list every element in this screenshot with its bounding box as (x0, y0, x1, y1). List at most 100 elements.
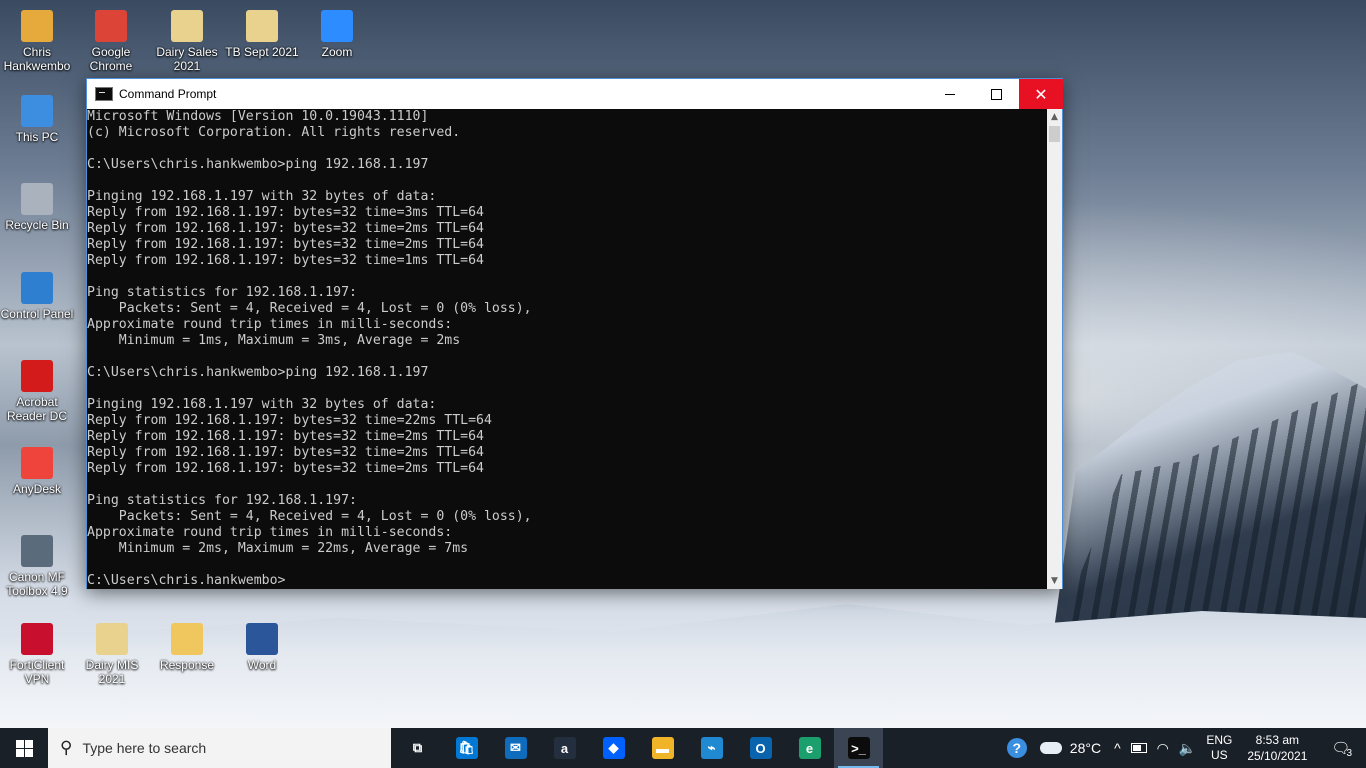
help-tray-button[interactable]: ? (1002, 728, 1032, 768)
desktop-icon-dairy-sales-2021[interactable]: Dairy Sales 2021 (150, 10, 224, 73)
taskbar-app-amazon[interactable]: a (540, 728, 589, 768)
taskbar-app-visual-studio[interactable]: ⌁ (687, 728, 736, 768)
volume-icon[interactable]: 🔈 (1174, 728, 1201, 768)
vertical-scrollbar[interactable]: ▲ ▼ (1047, 109, 1062, 589)
temperature: 28°C (1069, 740, 1102, 756)
windows-logo-icon (15, 739, 33, 757)
store-icon: 🛍 (455, 737, 478, 759)
desktop-icon-label: Control Panel (0, 307, 74, 321)
control-panel-icon (21, 272, 53, 304)
taskbar-apps: ⧉ 🛍 ✉ a ◆ ▬ ⌁ Oe >_ (393, 728, 883, 768)
window-title: Command Prompt (119, 87, 217, 101)
help-icon: ? (1006, 738, 1027, 758)
taskbar-app-outlook[interactable]: O (736, 728, 785, 768)
taskbar-app-mail[interactable]: ✉ (491, 728, 540, 768)
console-output[interactable]: Microsoft Windows [Version 10.0.19043.11… (87, 109, 1047, 589)
desktop-icon-label: Chris Hankwembo (3, 45, 71, 73)
clock[interactable]: 8:53 am 25/10/2021 (1237, 728, 1317, 768)
console-line: Minimum = 2ms, Maximum = 22ms, Average =… (87, 541, 469, 556)
desktop-icon-anydesk[interactable]: AnyDesk (0, 447, 74, 496)
anydesk-icon (21, 447, 53, 479)
excel-folder-icon (96, 623, 128, 655)
console-line: C:\Users\chris.hankwembo>ping 192.168.1.… (87, 157, 429, 172)
console-line: Ping statistics for 192.168.1.197: (87, 493, 357, 508)
desktop-icon-control-panel[interactable]: Control Panel (0, 272, 74, 321)
scroll-thumb[interactable] (1049, 126, 1060, 142)
console-line: Ping statistics for 192.168.1.197: (87, 285, 357, 300)
console-line: Pinging 192.168.1.197 with 32 bytes of d… (87, 397, 437, 412)
desktop-icon-forticlient-vpn[interactable]: FortiClient VPN (0, 623, 74, 686)
forticlient-icon (21, 623, 53, 655)
dropbox-icon: ◆ (602, 737, 625, 759)
console-line: C:\Users\chris.hankwembo> (87, 573, 286, 588)
desktop-icon-dairy-mis-2021[interactable]: Dairy MIS 2021 (75, 623, 149, 686)
desktop-icon-acrobat-reader-dc[interactable]: Acrobat Reader DC (0, 360, 74, 423)
search-icon: ⚲ (60, 738, 73, 758)
taskbar-app-command-prompt[interactable]: >_ (834, 728, 883, 768)
console-line: Packets: Sent = 4, Received = 4, Lost = … (87, 301, 532, 316)
edge-icon: e (798, 737, 821, 759)
desktop-icon-label: Response (159, 658, 215, 672)
console-line: C:\Users\chris.hankwembo>ping 192.168.1.… (87, 365, 429, 380)
taskbar-app-edge[interactable]: e (785, 728, 834, 768)
desktop-icon-chris-hankwembo[interactable]: Chris Hankwembo (0, 10, 74, 73)
input-language-button[interactable]: ENG US (1201, 728, 1237, 768)
scroll-down-arrow-icon[interactable]: ▼ (1047, 573, 1062, 589)
console-line: Pinging 192.168.1.197 with 32 bytes of d… (87, 189, 437, 204)
show-hidden-icons-button[interactable]: ^ (1109, 728, 1126, 768)
desktop-icon-google-chrome[interactable]: Google Chrome (74, 10, 148, 73)
word-icon (246, 623, 278, 655)
printer-icon (21, 535, 53, 567)
excel-folder-icon (246, 10, 278, 42)
wifi-icon[interactable]: ◠ (1152, 728, 1174, 768)
start-button[interactable] (0, 728, 48, 768)
taskbar-app-microsoft-store[interactable]: 🛍 (442, 728, 491, 768)
user-folder-icon (21, 10, 53, 42)
maximize-button[interactable] (973, 79, 1019, 109)
window-titlebar[interactable]: Command Prompt ✕ (87, 79, 1063, 109)
desktop-icon-label: Dairy MIS 2021 (85, 658, 139, 686)
taskbar: ⚲ Type here to search ⧉ 🛍 ✉ a ◆ ▬ ⌁ Oe >_ ? 28°C… (0, 728, 1366, 768)
desktop-icon-label: Word (247, 658, 277, 672)
weather-widget[interactable]: 28°C (1032, 728, 1109, 768)
desktop-icon-zoom[interactable]: Zoom (300, 10, 374, 59)
amazon-icon: a (553, 737, 576, 759)
language-code: ENG (1206, 733, 1233, 747)
minimize-button[interactable] (927, 79, 973, 109)
taskbar-app-file-explorer[interactable]: ▬ (638, 728, 687, 768)
scroll-up-arrow-icon[interactable]: ▲ (1047, 109, 1062, 125)
desktop-icon-recycle-bin[interactable]: Recycle Bin (0, 183, 74, 232)
desktop-icon-word[interactable]: Word (225, 623, 299, 672)
desktop-icon-tb-sept-2021[interactable]: TB Sept 2021 (225, 10, 299, 59)
notification-center-button[interactable]: 🗨 3 (1317, 728, 1366, 768)
zoom-icon (321, 10, 353, 42)
console-line: Reply from 192.168.1.197: bytes=32 time=… (87, 461, 484, 476)
desktop-icon-label: TB Sept 2021 (225, 45, 299, 59)
taskbar-app-task-view[interactable]: ⧉ (393, 728, 442, 768)
close-button[interactable]: ✕ (1019, 79, 1063, 109)
acrobat-icon (21, 360, 53, 392)
console-line: Reply from 192.168.1.197: bytes=32 time=… (87, 205, 484, 220)
desktop-icon-response[interactable]: Response (150, 623, 224, 672)
desktop-icon-label: Acrobat Reader DC (6, 395, 68, 423)
desktop-icon-label: Zoom (321, 45, 353, 59)
cloud-icon (1039, 742, 1062, 754)
search-input[interactable]: ⚲ Type here to search (48, 728, 391, 768)
chrome-icon (95, 10, 127, 42)
task-view-icon: ⧉ (406, 737, 429, 759)
notification-count: 3 (1346, 747, 1352, 759)
command-prompt-window[interactable]: Command Prompt ✕ Microsoft Windows [Vers… (86, 78, 1063, 589)
excel-folder-icon (171, 10, 203, 42)
console-line: Packets: Sent = 4, Received = 4, Lost = … (87, 509, 532, 524)
battery-icon[interactable] (1126, 728, 1152, 768)
console-line: Reply from 192.168.1.197: bytes=32 time=… (87, 413, 492, 428)
search-placeholder: Type here to search (82, 740, 207, 756)
console-line: Microsoft Windows [Version 10.0.19043.11… (87, 109, 429, 124)
console-line: Reply from 192.168.1.197: bytes=32 time=… (87, 253, 484, 268)
folder-icon: ▬ (651, 737, 674, 759)
desktop-icon-canon-mf-toolbox-4-9[interactable]: Canon MF Toolbox 4.9 (0, 535, 74, 598)
taskbar-app-dropbox[interactable]: ◆ (589, 728, 638, 768)
desktop-icon-this-pc[interactable]: This PC (0, 95, 74, 144)
